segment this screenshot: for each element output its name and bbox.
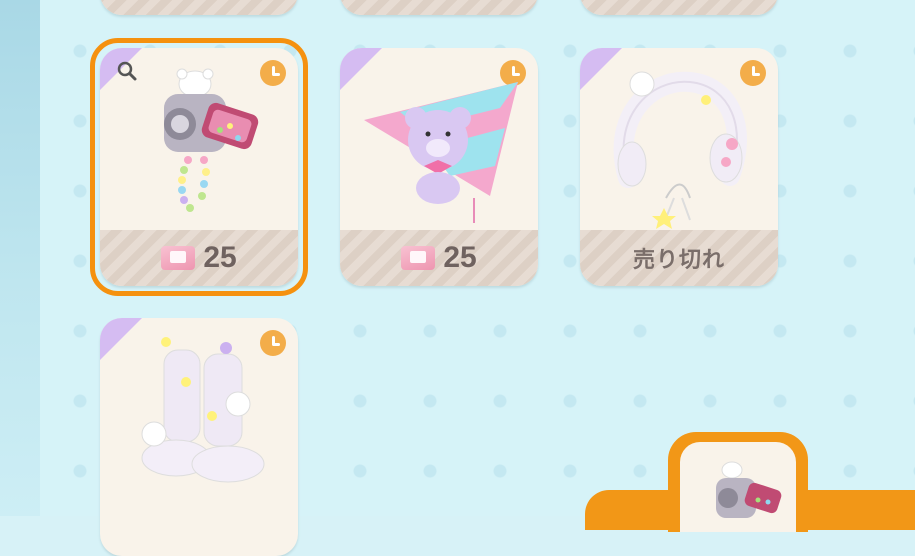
item-price: 25 [443, 241, 477, 274]
item-price-footer: 25 [340, 230, 538, 286]
camera-charm-preview [716, 461, 782, 518]
selected-item-preview [680, 442, 796, 532]
item-price-footer: 売り切れ [580, 230, 778, 286]
item-footer [340, 0, 538, 15]
shop-item-earmuffs[interactable]: 売り切れ [580, 48, 778, 286]
bear-boots-illustration [141, 337, 265, 483]
item-footer [100, 0, 298, 15]
shop-item-card-partial[interactable] [580, 0, 778, 15]
earmuffs-illustration [613, 71, 747, 229]
shop-item-bear-kite[interactable]: 25 [340, 48, 538, 286]
shop-item-bear-boots[interactable] [100, 318, 298, 556]
left-strip [0, 0, 40, 516]
shop-item-card-partial[interactable] [340, 0, 538, 15]
ticket-envelope-icon [161, 246, 196, 270]
camera-charm-illustration [164, 68, 259, 212]
item-price-footer: 25 [100, 230, 298, 286]
item-footer [580, 0, 778, 15]
ticket-envelope-icon [401, 246, 436, 270]
sold-out-label: 売り切れ [632, 248, 725, 273]
item-price: 25 [203, 241, 237, 274]
shop-item-card-partial[interactable] [100, 0, 298, 15]
shop-item-camera-charm[interactable]: 25 [100, 48, 298, 286]
bear-kite-illustration [364, 82, 518, 223]
